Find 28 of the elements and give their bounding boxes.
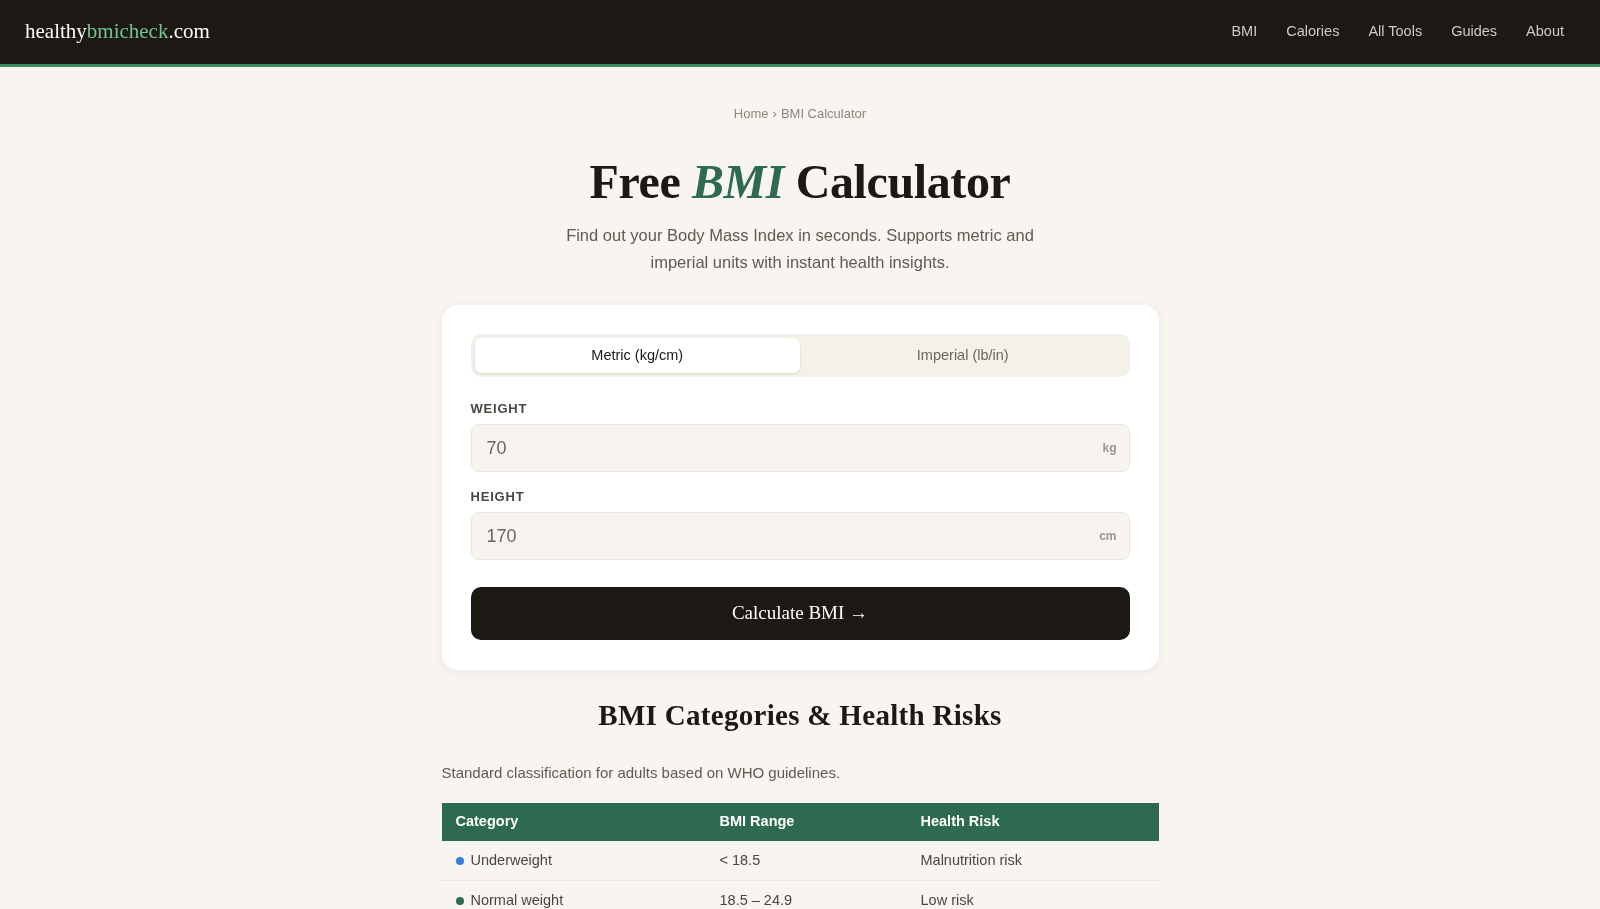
nav-link[interactable]: Guides bbox=[1451, 21, 1498, 43]
table-cell-text: Underweight bbox=[470, 850, 552, 870]
column-header: BMI Range bbox=[719, 812, 795, 832]
field-label: WEIGHT bbox=[470, 401, 528, 417]
unit-tab[interactable]: Metric (kg/cm) bbox=[474, 338, 800, 373]
breadcrumb-separator: › bbox=[772, 105, 777, 123]
page-title: Free BMI Calculator bbox=[589, 155, 1011, 208]
table-cell-text: Normal weight bbox=[470, 890, 564, 909]
table-cell-text: Malnutrition risk bbox=[920, 850, 1023, 870]
nav-link[interactable]: About bbox=[1526, 21, 1564, 43]
section-description: Standard classification for adults based on WHO guidelines. bbox=[441, 763, 841, 783]
section-heading: BMI Categories & Health Risks bbox=[598, 698, 1002, 733]
page-subtitle: Find out your Body Mass Index in seconds. Supports metric and imperial units with instant health insights. bbox=[565, 225, 1035, 273]
table-cell-text: < 18.5 bbox=[719, 850, 761, 870]
field-label: HEIGHT bbox=[470, 489, 525, 505]
unit-label: kg bbox=[1102, 440, 1117, 457]
nav-link[interactable]: BMI bbox=[1231, 21, 1258, 43]
column-header: Health Risk bbox=[920, 812, 1000, 832]
table-cell-text: Low risk bbox=[920, 890, 974, 909]
table-cell-text: 18.5 – 24.9 bbox=[719, 890, 793, 909]
nav-link[interactable]: All Tools bbox=[1368, 21, 1423, 43]
breadcrumb-current: BMI Calculator bbox=[780, 105, 867, 123]
site-logo[interactable]: healthybmicheck.com bbox=[25, 16, 210, 48]
column-header: Category bbox=[455, 812, 519, 832]
unit-label: cm bbox=[1099, 528, 1117, 545]
nav-link[interactable]: Calories bbox=[1286, 21, 1340, 43]
calculate-button[interactable]: Calculate BMI → bbox=[470, 587, 1130, 640]
unit-tab[interactable]: Imperial (lb/in) bbox=[800, 338, 1126, 373]
